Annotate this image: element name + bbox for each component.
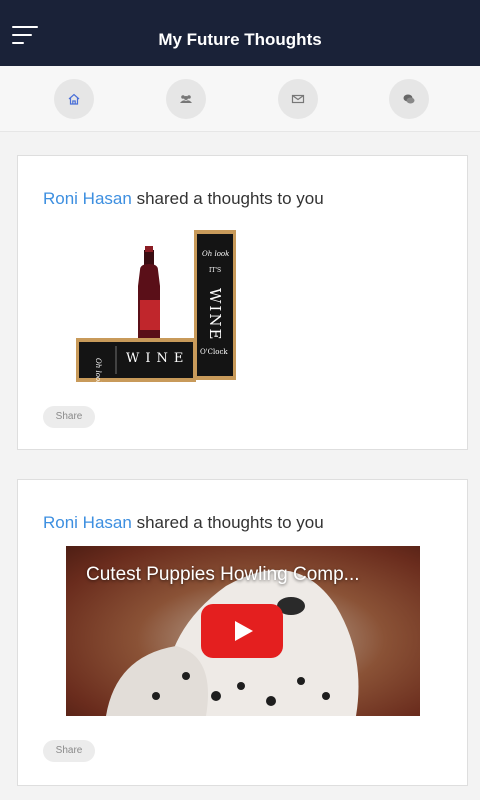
video-player[interactable]: Cutest Puppies Howling Comp...	[66, 546, 420, 716]
video-title: Cutest Puppies Howling Comp...	[86, 564, 360, 585]
box-text-top: Oh look	[94, 358, 102, 385]
box-text-mid: IT'S	[209, 267, 221, 274]
mail-icon[interactable]	[278, 79, 318, 119]
feed-card: Roni Hasan shared a thoughts to you Cute…	[17, 479, 468, 786]
box-text-word: WINE	[126, 351, 189, 366]
icon-nav-bar	[0, 66, 480, 132]
box-text-word-standing: WINE	[206, 288, 224, 341]
box-text-bottom: O'Clock	[200, 348, 228, 356]
card-message: shared a thoughts to you	[136, 513, 324, 532]
share-button[interactable]: Share	[43, 740, 95, 762]
card-header: Roni Hasan shared a thoughts to you	[43, 189, 324, 209]
sender-link[interactable]: Roni Hasan	[43, 189, 132, 208]
home-icon[interactable]	[54, 79, 94, 119]
users-icon[interactable]	[166, 79, 206, 119]
page-title: My Future Thoughts	[158, 30, 322, 49]
chat-icon[interactable]	[389, 79, 429, 119]
share-button[interactable]: Share	[43, 406, 95, 428]
wine-gift-box-image[interactable]: Oh look WINE Oh look IT'S WINE O'Clock	[76, 230, 246, 385]
feed-card: Roni Hasan shared a thoughts to you Oh l…	[17, 155, 468, 450]
sender-link[interactable]: Roni Hasan	[43, 513, 132, 532]
play-icon[interactable]	[201, 604, 283, 658]
box-text-top-standing: Oh look	[202, 250, 229, 258]
top-app-bar: My Future Thoughts	[0, 0, 480, 66]
card-message: shared a thoughts to you	[136, 189, 324, 208]
card-header: Roni Hasan shared a thoughts to you	[43, 513, 324, 533]
